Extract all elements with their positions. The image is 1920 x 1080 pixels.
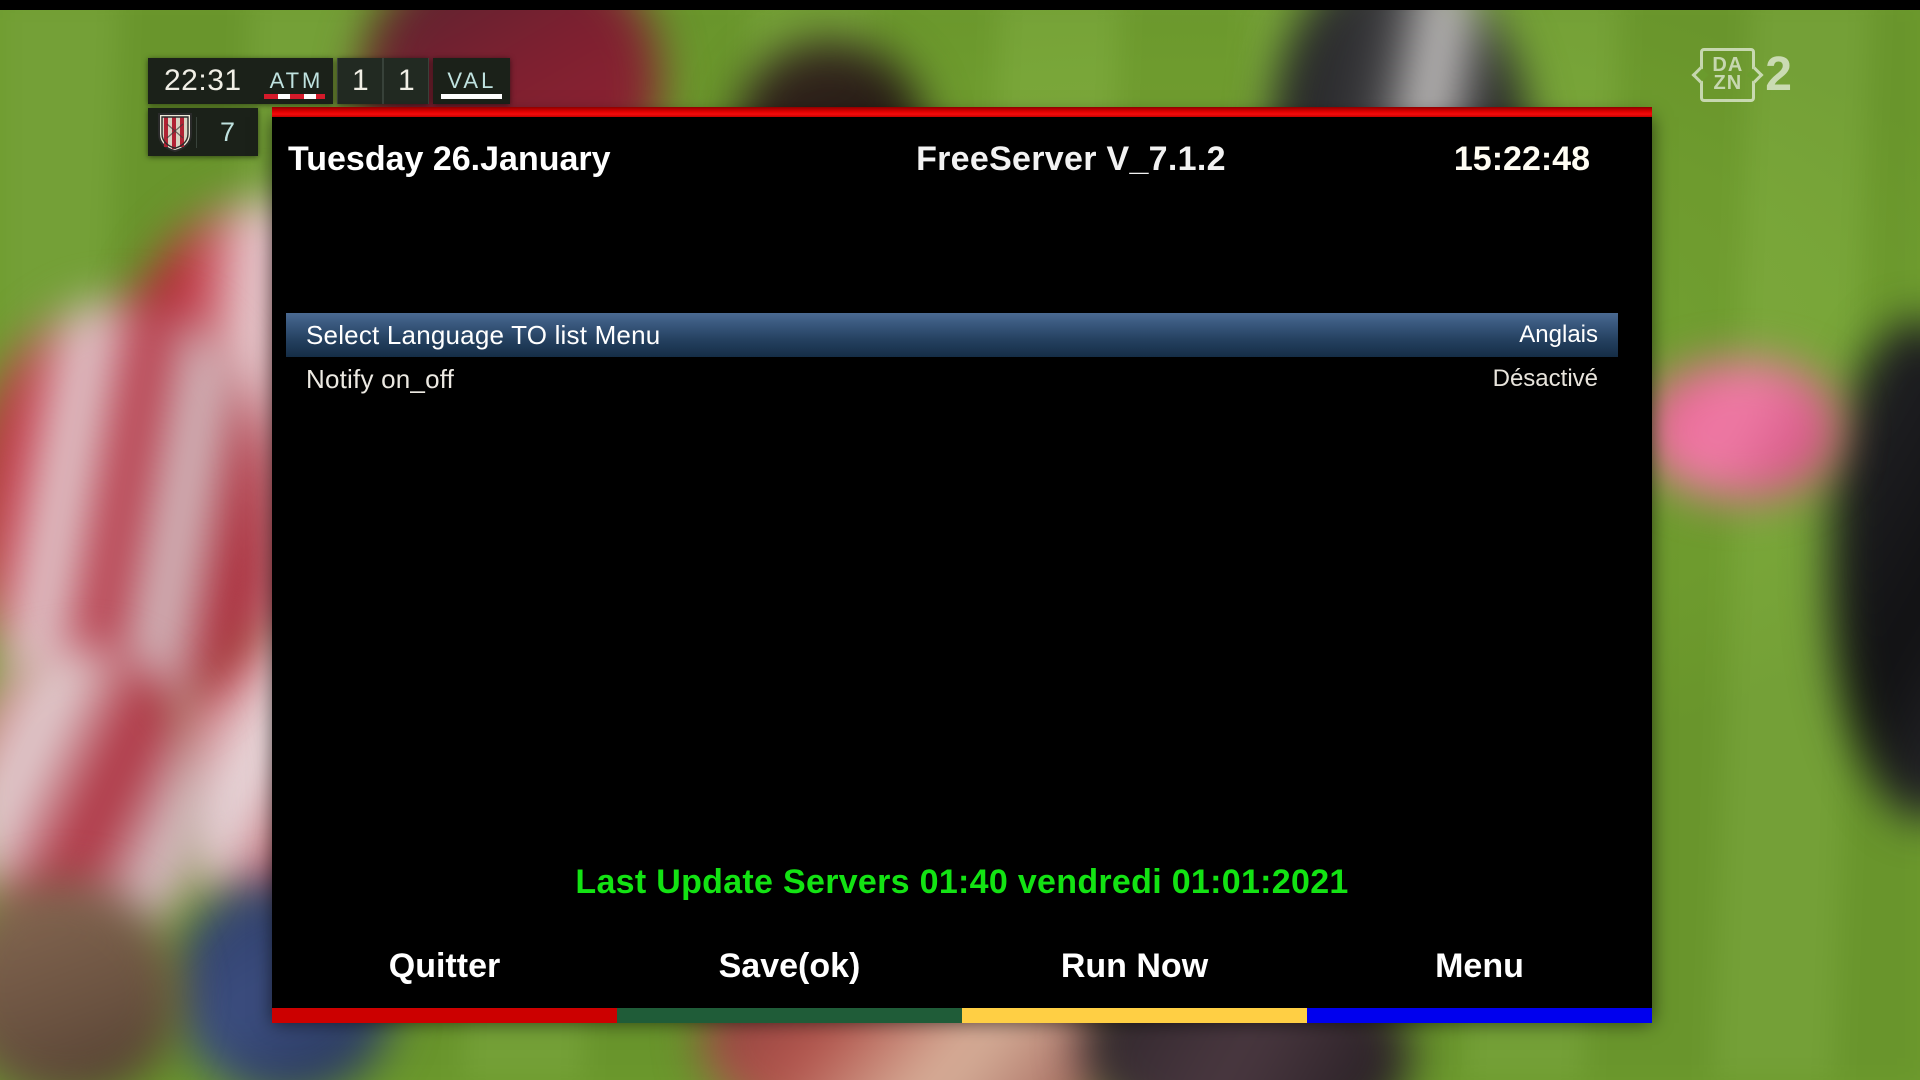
- home-score: 1: [337, 58, 384, 104]
- quit-button[interactable]: Quitter: [272, 947, 617, 1008]
- color-key-yellow[interactable]: [962, 1008, 1307, 1023]
- scoreboard-main-row: 22:31 ATM 1 1 VAL: [148, 58, 511, 104]
- player-shape: [1640, 360, 1840, 500]
- match-clock: 22:31: [148, 58, 256, 104]
- menu-item-select-language[interactable]: Select Language TO list Menu Anglais: [286, 313, 1618, 357]
- menu-item-label: Notify on_off: [306, 363, 455, 394]
- save-button[interactable]: Save(ok): [617, 947, 962, 1008]
- away-team-label: VAL: [447, 68, 497, 93]
- run-now-button[interactable]: Run Now: [962, 947, 1307, 1008]
- osd-title: FreeServer V_7.1.2: [916, 140, 1226, 178]
- player-number: 7: [196, 116, 258, 148]
- color-key-green[interactable]: [617, 1008, 962, 1023]
- away-team-colors: [441, 94, 503, 99]
- menu-item-value[interactable]: Anglais: [1519, 321, 1598, 349]
- scoreboard-secondary-row: 7: [148, 108, 258, 156]
- osd-header: Tuesday 26.January FreeServer V_7.1.2 15…: [272, 117, 1652, 202]
- color-key-blue[interactable]: [1307, 1008, 1652, 1023]
- channel-logo: DA ZN 2: [1700, 48, 1792, 102]
- menu-item-label: Select Language TO list Menu: [306, 319, 661, 350]
- channel-number: 2: [1765, 47, 1792, 101]
- osd-color-key-bar: [272, 1008, 1652, 1023]
- dazn-line-2: ZN: [1713, 72, 1743, 95]
- osd-date: Tuesday 26.January: [288, 140, 611, 178]
- away-score: 1: [383, 58, 430, 104]
- menu-item-value[interactable]: Désactivé: [1493, 365, 1598, 393]
- osd-button-row: Quitter Save(ok) Run Now Menu: [272, 947, 1652, 1008]
- home-team-label: ATM: [269, 68, 324, 93]
- letterbox-bar: [0, 0, 1920, 10]
- club-crest-icon: [154, 109, 196, 155]
- home-team-abbr: ATM: [255, 58, 334, 104]
- color-key-red[interactable]: [272, 1008, 617, 1023]
- dazn-wordmark: DA ZN: [1700, 48, 1756, 102]
- home-team-colors: [263, 94, 326, 99]
- osd-top-accent-border: [272, 107, 1652, 117]
- last-update-status: Last Update Servers 01:40 vendredi 01:01…: [575, 863, 1349, 901]
- menu-item-notify-on-off[interactable]: Notify on_off Désactivé: [286, 357, 1618, 401]
- osd-menu-list: Select Language TO list Menu Anglais Not…: [286, 313, 1618, 401]
- osd-dialog: Tuesday 26.January FreeServer V_7.1.2 15…: [272, 107, 1652, 1023]
- menu-button[interactable]: Menu: [1307, 947, 1652, 1008]
- osd-clock: 15:22:48: [1453, 140, 1590, 178]
- away-team-abbr: VAL: [433, 58, 511, 104]
